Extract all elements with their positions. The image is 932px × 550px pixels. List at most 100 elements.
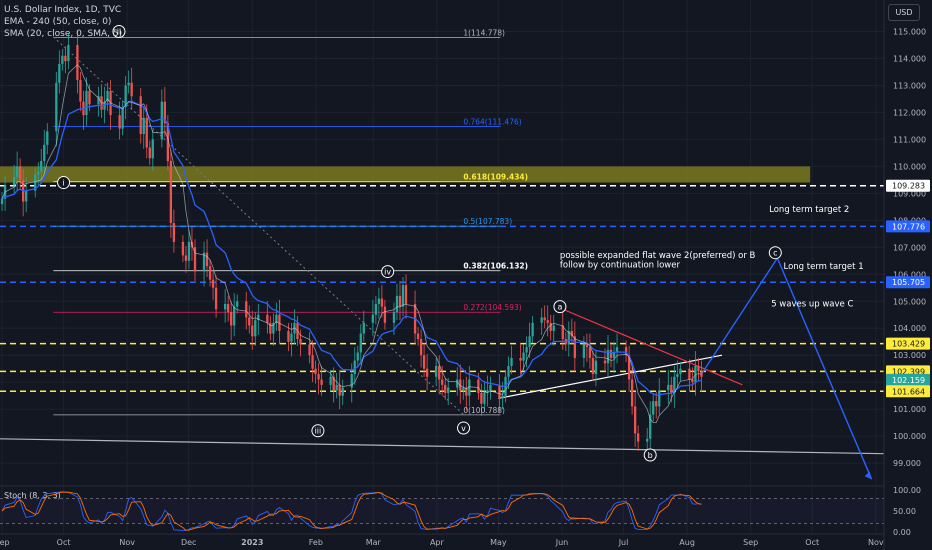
candle-body[interactable] [425,368,429,377]
wave-projection-path[interactable] [700,256,873,480]
candle-body[interactable] [130,82,133,97]
candle-body[interactable] [531,322,534,337]
candle-body[interactable] [477,379,480,393]
candle-body[interactable] [612,352,616,358]
candle-body[interactable] [320,379,323,385]
candle-body[interactable] [223,303,227,310]
candle-body[interactable] [245,301,248,318]
candle-body[interactable] [552,325,555,331]
candle-body[interactable] [290,333,293,342]
candle-body[interactable] [371,314,375,323]
candle-body[interactable] [594,360,598,375]
candle-body[interactable] [483,392,486,404]
candle-body[interactable] [160,101,163,140]
price-tag[interactable]: 103.429 [886,337,930,350]
wave-marker[interactable]: v [457,421,471,435]
candle-body[interactable] [489,384,492,391]
candle-body[interactable] [0,198,4,205]
candle-body[interactable] [151,139,154,159]
candle-body[interactable] [507,366,510,377]
candle-body[interactable] [67,44,70,62]
candle-body[interactable] [438,366,441,380]
price-chart[interactable]: Stoch (8, 3, 3) 1(114.778) 0.764(111.476)… [0,0,932,550]
candle-body[interactable] [341,387,344,396]
candle-body[interactable] [187,241,191,261]
candle-body[interactable] [266,314,269,323]
wave-marker[interactable]: iii [311,424,325,438]
candle-body[interactable] [233,306,236,326]
candle-body[interactable] [591,357,595,375]
candle-body[interactable] [338,384,341,396]
candle-body[interactable] [395,295,399,313]
candle-body[interactable] [121,107,124,129]
candle-body[interactable] [441,379,444,385]
candle-body[interactable] [55,82,58,132]
candle-body[interactable] [350,374,353,388]
candle-body[interactable] [64,55,67,62]
candle-body[interactable] [248,317,251,326]
candle-body[interactable] [314,368,317,375]
price-tag[interactable]: 107.776 [886,220,930,233]
candle-body[interactable] [416,333,420,340]
candle-body[interactable] [43,144,46,161]
candle-body[interactable] [184,255,188,261]
candle-body[interactable] [670,384,673,393]
candle-body[interactable] [25,190,28,202]
candle-body[interactable] [254,320,257,337]
candle-body[interactable] [142,117,145,134]
candle-body[interactable] [335,384,338,391]
candle-body[interactable] [667,384,670,391]
sma-legend[interactable]: SMA (20, close, 0, SMA, 5) [4,28,122,40]
candle-body[interactable] [633,406,637,434]
candle-body[interactable] [528,336,531,348]
candle-body[interactable] [646,438,649,442]
ema-line[interactable] [1,100,702,397]
candle-body[interactable] [317,374,320,380]
candle-body[interactable] [540,317,543,323]
candle-body[interactable] [181,241,185,256]
candle-body[interactable] [79,80,82,102]
wave-marker[interactable]: b [643,448,657,462]
candle-body[interactable] [636,433,640,442]
candle-body[interactable] [208,266,212,280]
candle-body[interactable] [169,160,173,224]
candle-body[interactable] [356,352,359,361]
candle-body[interactable] [603,360,607,364]
candle-body[interactable] [145,117,148,148]
candle-body[interactable] [172,223,176,242]
candle-body[interactable] [377,298,381,304]
candle-body[interactable] [127,82,130,86]
candle-body[interactable] [522,352,525,361]
candle-body[interactable] [251,325,254,337]
candle-body[interactable] [329,376,332,385]
candle-body[interactable] [37,171,40,175]
candle-body[interactable] [422,355,426,369]
candle-body[interactable] [585,344,589,348]
candle-body[interactable] [519,357,522,361]
candle-body[interactable] [118,115,121,129]
candle-body[interactable] [148,147,151,159]
candle-body[interactable] [404,285,408,304]
candle-body[interactable] [40,160,43,172]
candle-body[interactable] [287,330,290,342]
price-tag[interactable]: 101.664 [886,385,930,398]
candle-body[interactable] [401,285,405,307]
candle-body[interactable] [46,131,49,145]
candle-body[interactable] [691,379,694,383]
candle-body[interactable] [525,347,528,353]
candle-body[interactable] [76,44,79,81]
candle-body[interactable] [456,379,459,388]
candle-body[interactable] [58,63,61,83]
candle-body[interactable] [359,333,362,353]
candle-body[interactable] [655,401,658,407]
candle-body[interactable] [236,301,239,307]
candle-body[interactable] [658,390,661,407]
support-trendline[interactable] [0,438,885,455]
candle-body[interactable] [227,303,230,313]
candle-body[interactable] [697,366,700,372]
candle-body[interactable] [61,55,64,64]
ema-legend[interactable]: EMA - 240 (50, close, 0) [4,16,122,28]
candle-body[interactable] [211,279,215,288]
candle-body[interactable] [311,355,314,369]
wave-marker[interactable]: a [553,300,567,314]
